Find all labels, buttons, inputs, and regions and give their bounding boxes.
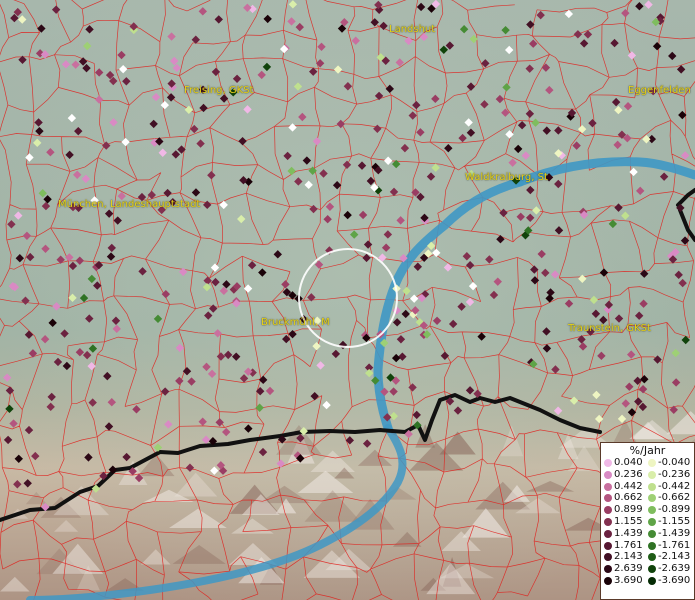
legend-row: 2.143 -2.143 (601, 551, 694, 563)
legend-row: 2.639 -2.639 (601, 563, 694, 575)
place-label-traunstein: Traunstein, GKSt (568, 323, 651, 334)
legend-value-negative: -0.040 (658, 457, 691, 468)
legend-value-positive: 0.040 (614, 457, 643, 468)
legend-value-positive: 2.639 (614, 563, 643, 575)
legend-row: 1.155 -1.155 (601, 516, 694, 528)
place-label-muenchen: München, Landeshauptstadt (58, 199, 201, 210)
legend-swatch-positive (604, 529, 612, 538)
place-label-eggenfelden: Eggenfelden (628, 85, 691, 96)
legend-title: %/Jahr (629, 444, 666, 457)
legend-value-positive: 2.143 (614, 551, 643, 563)
legend-swatch-positive (604, 517, 612, 526)
legend-value-negative: -1.439 (658, 527, 691, 539)
legend-value-negative: -3.690 (658, 574, 691, 586)
legend-swatch-positive (604, 459, 612, 467)
legend-row: 0.040 -0.040 (601, 457, 694, 469)
legend-value-negative: -1.761 (658, 539, 691, 551)
legend-value-negative: -1.155 (658, 515, 691, 527)
legend-swatch-negative (648, 494, 656, 503)
legend-swatch-positive (604, 506, 612, 515)
legend-swatch-positive (604, 494, 612, 503)
legend-value-positive: 0.236 (614, 468, 643, 480)
legend-row: 0.899 -0.899 (601, 504, 694, 516)
place-label-landshut: Landshut (389, 24, 436, 35)
map-base-layer (0, 0, 695, 600)
place-label-waldkraiburg: Waldkraiburg, St (465, 172, 548, 183)
legend-swatch-positive (604, 470, 612, 479)
legend-swatch-negative (648, 529, 656, 538)
legend-row: 3.690 -3.690 (601, 575, 694, 587)
legend-value-positive: 0.662 (614, 492, 643, 504)
legend-value-negative: -0.662 (658, 492, 691, 504)
legend-value-negative: -2.639 (658, 563, 691, 575)
map-canvas[interactable]: Landshut Freising, GKSt Eggenfelden Wald… (0, 0, 695, 600)
legend-swatch-negative (648, 482, 656, 491)
legend-rows: 0.040 -0.040 0.236 -0.236 0.442 -0.442 0.662 -0… (601, 457, 694, 587)
legend-value-positive: 1.155 (614, 515, 643, 527)
legend-swatch-positive (604, 482, 612, 491)
place-label-freising: Freising, GKSt (184, 85, 254, 96)
legend-swatch-negative (648, 506, 656, 515)
legend-value-negative: -0.236 (658, 468, 691, 480)
legend-swatch-positive (604, 541, 612, 550)
legend-value-negative: -0.899 (658, 504, 691, 516)
legend-panel: %/Jahr 0.040 -0.040 0.236 -0.236 0.442 -0.442… (600, 442, 695, 600)
legend-value-negative: -2.143 (658, 551, 691, 563)
legend-swatch-negative (648, 576, 656, 585)
legend-row: 1.439 -1.439 (601, 528, 694, 540)
legend-row: 0.442 -0.442 (601, 481, 694, 493)
legend-value-positive: 0.442 (614, 480, 643, 492)
legend-swatch-positive (604, 576, 612, 585)
legend-swatch-negative (648, 553, 656, 562)
legend-row: 0.662 -0.662 (601, 492, 694, 504)
legend-swatch-positive (604, 553, 612, 562)
place-label-bruckmuehl: Bruckmühl, M (261, 317, 330, 328)
legend-swatch-negative (648, 470, 656, 479)
legend-swatch-negative (648, 459, 656, 467)
legend-row: 0.236 -0.236 (601, 469, 694, 481)
legend-row: 1.761 -1.761 (601, 540, 694, 552)
legend-swatch-positive (604, 565, 612, 574)
legend-value-positive: 1.439 (614, 527, 643, 539)
legend-value-positive: 1.761 (614, 539, 643, 551)
legend-value-positive: 3.690 (614, 574, 643, 586)
legend-value-positive: 0.899 (614, 504, 643, 516)
legend-swatch-negative (648, 541, 656, 550)
legend-swatch-negative (648, 517, 656, 526)
legend-swatch-negative (648, 565, 656, 574)
legend-value-negative: -0.442 (658, 480, 691, 492)
